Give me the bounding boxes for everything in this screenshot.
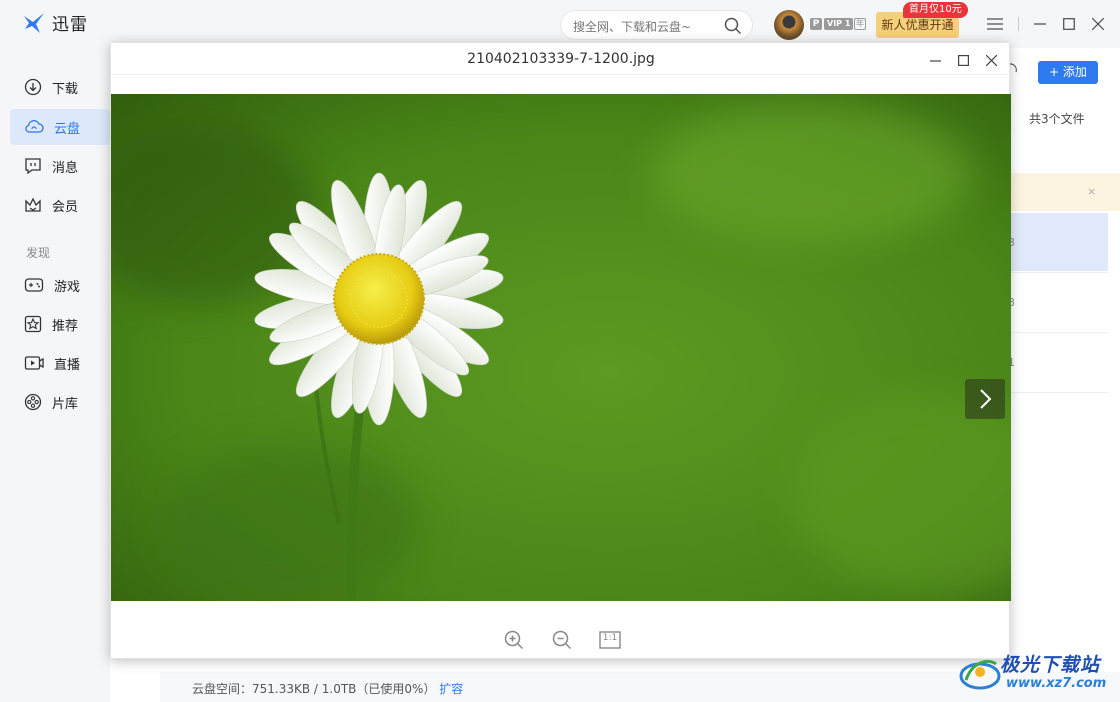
sidebar-item-label: 直播 — [54, 357, 81, 373]
image-viewer-window: 210402103339-7-1200.jpg 1:1 — [110, 42, 1011, 659]
close-icon — [985, 54, 997, 66]
row-divider — [1010, 392, 1108, 393]
discover-section-title: 发现 — [26, 246, 51, 260]
viewer-minimize-button[interactable] — [926, 51, 944, 69]
viewer-close-button[interactable] — [982, 51, 1000, 69]
next-image-button[interactable] — [965, 379, 1005, 419]
year-badge: 年 — [854, 18, 866, 30]
hamburger-menu-icon — [987, 18, 1003, 30]
plus-icon: + — [1049, 65, 1063, 79]
zoom-in-button[interactable] — [503, 629, 525, 651]
cloud-icon — [25, 120, 44, 133]
storage-text: 云盘空间：751.33KB / 1.0TB（已使用0%） — [192, 682, 436, 696]
storage-info: 云盘空间：751.33KB / 1.0TB（已使用0%） 扩容 — [192, 680, 463, 697]
chevron-right-icon — [980, 389, 992, 409]
viewer-divider — [111, 74, 1011, 75]
minimize-icon — [929, 59, 941, 62]
sidebar-item-live[interactable]: 直播 — [10, 345, 110, 381]
minimize-button[interactable] — [1030, 14, 1050, 34]
film-reel-icon — [24, 393, 42, 411]
app-name: 迅雷 — [52, 15, 88, 35]
notice-close-icon[interactable]: × — [1087, 185, 1096, 198]
zoom-out-button[interactable] — [551, 629, 573, 651]
sidebar-item-label: 推荐 — [52, 318, 79, 334]
sidebar-item-label: 会员 — [52, 199, 79, 215]
file-count: 共3个文件 — [1029, 112, 1085, 126]
search-placeholder: 搜全网、下载和云盘~ — [573, 20, 692, 34]
expand-storage-link[interactable]: 扩容 — [439, 682, 463, 696]
sidebar-item-cloud[interactable]: 云盘 — [10, 109, 110, 145]
sidebar-item-label: 下载 — [52, 81, 79, 97]
actual-size-label: 1:1 — [602, 633, 618, 643]
notice-banner — [1010, 173, 1120, 211]
add-button-label: 添加 — [1062, 65, 1087, 79]
sidebar-item-label: 游戏 — [54, 279, 81, 295]
row-divider — [1010, 332, 1108, 333]
gamepad-icon — [24, 278, 44, 292]
app-window: 迅雷 搜全网、下载和云盘~ P VIP 1 年 新人优惠开通 首月仅10元 下载… — [0, 0, 1120, 702]
add-button[interactable]: + 添加 — [1038, 61, 1098, 84]
star-icon — [24, 315, 42, 333]
maximize-button[interactable] — [1059, 14, 1079, 34]
download-icon — [24, 78, 42, 96]
message-icon — [25, 158, 41, 175]
close-button[interactable] — [1088, 14, 1108, 34]
viewer-title: 210402103339-7-1200.jpg — [467, 51, 655, 67]
bird-logo-icon — [24, 12, 44, 33]
close-icon — [1092, 18, 1104, 30]
watermark-url: www.xz7.com — [1006, 676, 1107, 691]
watermark-logo-icon — [959, 659, 1001, 690]
watermark-text: 极光下载站 — [1000, 654, 1101, 676]
sidebar-item-recommend[interactable]: 推荐 — [10, 306, 110, 342]
maximize-icon — [1063, 18, 1075, 30]
viewer-maximize-button[interactable] — [954, 51, 972, 69]
minimize-icon — [1034, 23, 1046, 25]
row-divider — [1010, 272, 1108, 273]
search-icon[interactable] — [724, 17, 742, 35]
search-box[interactable]: 搜全网、下载和云盘~ — [560, 10, 753, 40]
promo-price-tag: 首月仅10元 — [903, 2, 968, 18]
title-divider — [1018, 17, 1019, 31]
p-badge: P — [810, 18, 822, 30]
sidebar-item-label: 云盘 — [54, 121, 81, 137]
sidebar-item-download[interactable]: 下载 — [10, 69, 110, 105]
crown-icon — [25, 197, 41, 212]
menu-button[interactable] — [985, 14, 1005, 34]
sidebar-item-library[interactable]: 片库 — [10, 384, 110, 420]
user-avatar[interactable] — [774, 10, 804, 40]
vip-level-badge: VIP 1 — [824, 18, 854, 30]
app-logo: 迅雷 — [22, 10, 88, 35]
sidebar-item-label: 片库 — [52, 396, 79, 412]
watermark: 极光下载站 www.xz7.com — [958, 648, 1118, 698]
sidebar-item-games[interactable]: 游戏 — [10, 267, 110, 303]
sidebar-item-membership[interactable]: 会员 — [10, 187, 110, 223]
daisy-image — [111, 94, 1011, 601]
maximize-icon — [957, 54, 969, 66]
live-icon — [24, 356, 44, 370]
sidebar-item-messages[interactable]: 消息 — [10, 148, 110, 184]
title-bar: 迅雷 搜全网、下载和云盘~ P VIP 1 年 新人优惠开通 首月仅10元 — [0, 0, 1120, 48]
zoom-out-icon — [552, 630, 572, 650]
sidebar-item-label: 消息 — [52, 160, 79, 176]
actual-size-button[interactable]: 1:1 — [598, 629, 622, 651]
daisy-photo — [111, 94, 1011, 601]
zoom-in-icon — [504, 630, 524, 650]
file-row-selected[interactable] — [1010, 213, 1108, 271]
sidebar: 下载 云盘 消息 会员 发现 游戏 推荐 直播 片库 — [0, 48, 110, 702]
